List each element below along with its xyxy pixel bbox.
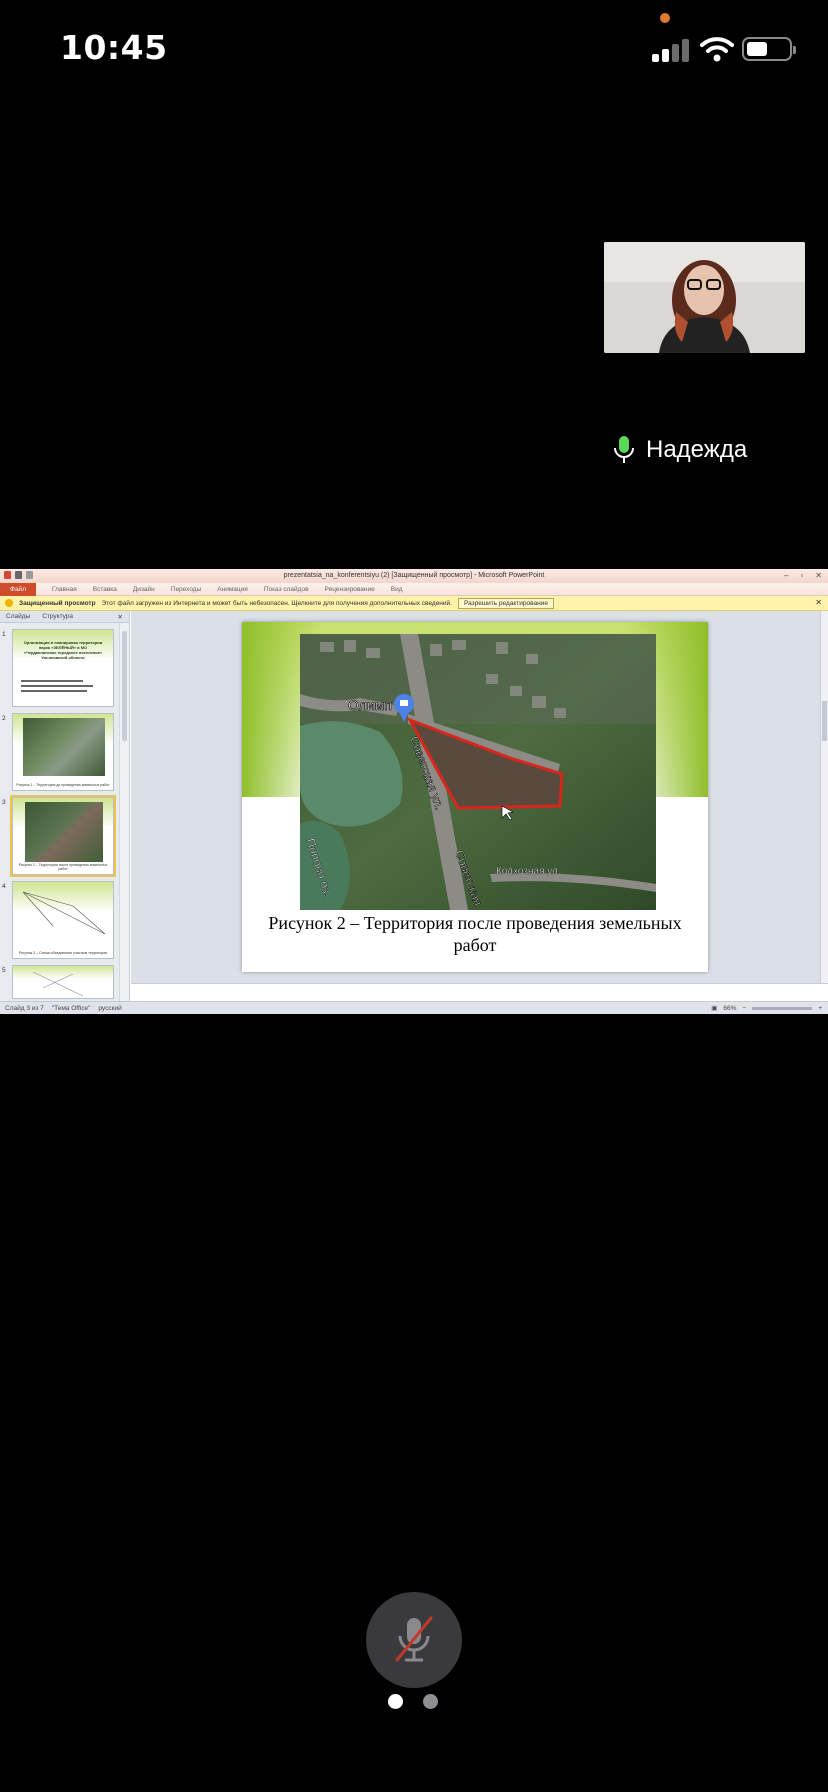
mic-active-icon bbox=[614, 436, 634, 463]
page-indicator[interactable] bbox=[388, 1694, 438, 1709]
page-dot-1[interactable] bbox=[388, 1694, 403, 1709]
view-normal-icon[interactable]: ▣ bbox=[711, 1004, 717, 1012]
zoom-level: 66% bbox=[723, 1004, 737, 1012]
satellite-map-image: Олимп Советская ул. Советская Колхозная … bbox=[300, 634, 656, 910]
thumbnail-caption: Рисунок 3 – Схема объединения участков т… bbox=[19, 951, 107, 955]
status-time: 10:45 bbox=[60, 28, 168, 67]
minimize-icon[interactable]: – bbox=[784, 571, 788, 580]
tab-outline[interactable]: Структура bbox=[36, 613, 79, 620]
slides-pane: Слайды Структура ✕ 1 Организация и плани… bbox=[0, 611, 130, 1001]
slide-thumbnail-1[interactable]: 1 Организация и планировка территории па… bbox=[2, 629, 116, 707]
participant-name: Надежда bbox=[646, 436, 748, 463]
thumbnail-image: Рисунок 1 – Территория до проведения зем… bbox=[12, 713, 114, 791]
protected-view-bar: Защищенный просмотр Этот файл загружен и… bbox=[0, 596, 828, 611]
enable-editing-button[interactable]: Разрешить редактирование bbox=[457, 597, 554, 609]
zoom-slider[interactable] bbox=[752, 1006, 813, 1010]
battery-icon bbox=[742, 37, 796, 61]
page-dot-2[interactable] bbox=[423, 1694, 438, 1709]
shared-screen[interactable]: prezentatsia_na_konferentsiyu (2) [Защищ… bbox=[0, 569, 828, 1014]
tab-slides[interactable]: Слайды bbox=[0, 613, 36, 620]
pane-tabs: Слайды Структура ✕ bbox=[0, 611, 129, 623]
wifi-icon bbox=[700, 37, 734, 62]
current-slide[interactable]: Олимп Советская ул. Советская Колхозная … bbox=[242, 622, 708, 972]
ribbon-tab-review[interactable]: Рецензирование bbox=[317, 586, 383, 593]
status-bar: Слайд 3 из 7 "Тема Office" русский ▣ 66%… bbox=[0, 1001, 828, 1014]
ribbon-tab-file[interactable]: Файл bbox=[0, 582, 36, 596]
zoom-in-icon[interactable]: + bbox=[818, 1005, 822, 1012]
thumbnail-diagram bbox=[22, 891, 106, 935]
thumbnail-number: 2 bbox=[2, 715, 6, 722]
window-controls[interactable]: – ▫ ✕ bbox=[784, 571, 822, 580]
slide-thumbnail-4[interactable]: 4 Рисунок 3 – Схема объединения участков… bbox=[2, 881, 116, 959]
slide-thumbnail-3[interactable]: 3 Рисунок 2 – Территория после проведени… bbox=[2, 795, 116, 877]
thumbnail-image bbox=[12, 965, 114, 999]
map-label-place: Олимп bbox=[348, 697, 392, 713]
slide-thumbnail-2[interactable]: 2 Рисунок 1 – Территория до проведения з… bbox=[2, 713, 116, 791]
slide-scrollbar[interactable] bbox=[820, 611, 828, 983]
notes-pane[interactable] bbox=[131, 983, 828, 1001]
slide-thumbnail-5[interactable]: 5 bbox=[2, 965, 116, 999]
participant-video-image bbox=[604, 242, 805, 353]
mic-muted-icon bbox=[395, 1616, 433, 1662]
pane-scrollbar[interactable] bbox=[119, 623, 129, 1001]
protected-view-message[interactable]: Этот файл загружен из Интернета и может … bbox=[102, 600, 452, 607]
ribbon-tab-design[interactable]: Дизайн bbox=[125, 586, 163, 593]
ribbon-tab-insert[interactable]: Вставка bbox=[85, 586, 125, 593]
mute-toggle-button[interactable] bbox=[366, 1592, 462, 1688]
thumbnail-number: 4 bbox=[2, 883, 6, 890]
thumbnail-number: 5 bbox=[2, 967, 6, 974]
thumbnail-image: Организация и планировка территории парк… bbox=[12, 629, 114, 707]
window-title-bar: prezentatsia_na_konferentsiyu (2) [Защищ… bbox=[0, 569, 828, 583]
slide-caption: Рисунок 2 – Территория после проведения … bbox=[268, 913, 682, 955]
thumbnail-number: 3 bbox=[2, 799, 6, 806]
slide-counter: Слайд 3 из 7 bbox=[5, 1004, 44, 1012]
ribbon-tab-transitions[interactable]: Переходы bbox=[163, 586, 210, 593]
ribbon-tabs: Файл Главная Вставка Дизайн Переходы Ани… bbox=[0, 582, 828, 596]
slide-editing-area: Олимп Советская ул. Советская Колхозная … bbox=[131, 611, 820, 983]
zoom-out-icon[interactable]: − bbox=[742, 1005, 746, 1012]
theme-name: "Тема Office" bbox=[51, 1004, 91, 1012]
close-icon[interactable]: ✕ bbox=[815, 571, 822, 580]
window-title: prezentatsia_na_konferentsiyu (2) [Защищ… bbox=[283, 572, 545, 579]
participant-name-tag: Надежда bbox=[612, 432, 747, 468]
thumbnail-caption: Рисунок 1 – Территория до проведения зем… bbox=[16, 783, 110, 787]
thumbnail-number: 1 bbox=[2, 631, 6, 638]
battery-fill bbox=[747, 42, 767, 56]
protected-view-title: Защищенный просмотр bbox=[19, 599, 96, 607]
language-indicator[interactable]: русский bbox=[98, 1005, 121, 1012]
ribbon-tab-view[interactable]: Вид bbox=[383, 586, 411, 593]
privacy-indicator-dot bbox=[660, 13, 670, 23]
ribbon-tab-home[interactable]: Главная bbox=[44, 586, 85, 593]
thumbnail-caption: Организация и планировка территории парк… bbox=[23, 640, 103, 660]
ribbon-tab-slideshow[interactable]: Показ слайдов bbox=[256, 586, 317, 593]
thumbnail-image: Рисунок 2 – Территория после проведения … bbox=[10, 795, 116, 877]
cellular-signal-icon bbox=[652, 38, 690, 62]
zoom-control[interactable]: ▣ 66% − + bbox=[711, 1004, 828, 1013]
ribbon-tab-animations[interactable]: Анимация bbox=[209, 586, 256, 593]
maximize-icon[interactable]: ▫ bbox=[800, 571, 803, 580]
info-bar-close-icon[interactable]: ✕ bbox=[815, 598, 822, 607]
warning-icon bbox=[5, 599, 13, 607]
thumbnail-image: Рисунок 3 – Схема объединения участков т… bbox=[12, 881, 114, 959]
self-video-tile[interactable] bbox=[604, 242, 805, 353]
pane-close-icon[interactable]: ✕ bbox=[112, 613, 129, 621]
map-label-street3: Колхозная ул. bbox=[496, 866, 561, 877]
thumbnail-caption: Рисунок 2 – Территория после проведения … bbox=[18, 863, 108, 871]
